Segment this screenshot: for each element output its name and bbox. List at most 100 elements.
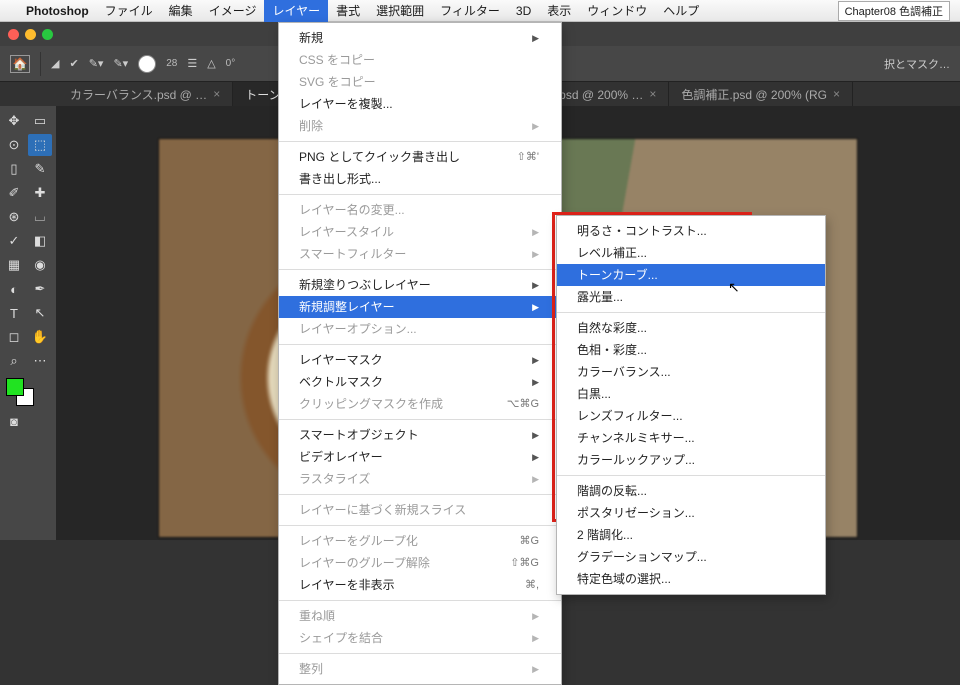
adjustment-submenu-item[interactable]: 特定色域の選択... xyxy=(557,568,825,590)
rectangle-tool[interactable]: ◻ xyxy=(2,326,26,348)
new-adjustment-layer-submenu: 明るさ・コントラスト...レベル補正...トーンカーブ...露光量... 自然な彩… xyxy=(556,215,826,595)
brush-settings-icon[interactable]: ☰ xyxy=(187,57,197,70)
menu-window[interactable]: ウィンドウ xyxy=(587,2,647,19)
adjustment-submenu-item[interactable]: 露光量... xyxy=(557,286,825,308)
layer-dropdown-menu: 新規CSS をコピーSVG をコピーレイヤーを複製...削除 PNG としてクイッ… xyxy=(278,22,562,685)
minimize-icon[interactable] xyxy=(25,29,36,40)
layer-menu-item[interactable]: ベクトルマスク xyxy=(279,371,561,393)
fg-color-icon[interactable] xyxy=(6,378,24,396)
menu-select[interactable]: 選択範囲 xyxy=(376,2,424,19)
close-icon[interactable]: × xyxy=(213,87,220,101)
layer-menu-item[interactable]: PNG としてクイック書き出し⇧⌘' xyxy=(279,146,561,168)
adjustment-submenu-item[interactable]: カラーバランス... xyxy=(557,361,825,383)
layer-menu-item: レイヤーのグループ解除⇧⌘G xyxy=(279,552,561,574)
brush-icon-3[interactable]: ✎▾ xyxy=(113,57,128,70)
menu-filter[interactable]: フィルター xyxy=(440,2,500,19)
clone-stamp-tool[interactable]: ⌴ xyxy=(28,206,52,228)
eraser-tool[interactable]: ◧ xyxy=(28,230,52,252)
close-icon[interactable]: × xyxy=(649,87,656,101)
eyedropper-tool[interactable]: ✐ xyxy=(2,182,26,204)
adjustment-submenu-item[interactable]: トーンカーブ... xyxy=(557,264,825,286)
menu-edit[interactable]: 編集 xyxy=(169,2,193,19)
lasso-tool[interactable]: ⊙ xyxy=(2,134,26,156)
adjustment-submenu-item[interactable]: カラールックアップ... xyxy=(557,449,825,471)
layer-menu-item: シェイプを結合 xyxy=(279,627,561,649)
brush-preview-icon[interactable] xyxy=(138,55,156,73)
menu-type[interactable]: 書式 xyxy=(336,2,360,19)
type-tool[interactable]: T xyxy=(2,302,26,324)
blur-tool[interactable]: ◉ xyxy=(28,254,52,276)
layer-menu-item: レイヤースタイル xyxy=(279,221,561,243)
traffic-lights[interactable] xyxy=(8,29,53,40)
color-swatches[interactable] xyxy=(6,378,36,408)
adjustment-submenu-item[interactable]: 階調の反転... xyxy=(557,480,825,502)
layer-menu-item[interactable]: 新規 xyxy=(279,27,561,49)
layer-menu-item: SVG をコピー xyxy=(279,71,561,93)
gradient-tool[interactable]: ▦ xyxy=(2,254,26,276)
home-button[interactable]: 🏠 xyxy=(10,55,30,73)
brush-size[interactable]: 28 xyxy=(166,58,177,69)
maximize-icon[interactable] xyxy=(42,29,53,40)
adjustment-submenu-item[interactable]: ポスタリゼーション... xyxy=(557,502,825,524)
menu-file[interactable]: ファイル xyxy=(105,2,153,19)
layer-menu-item[interactable]: レイヤーマスク xyxy=(279,349,561,371)
layer-menu-item[interactable]: レイヤーを非表示⌘, xyxy=(279,574,561,596)
select-and-mask-button[interactable]: 択とマスク… xyxy=(884,56,950,72)
menu-image[interactable]: イメージ xyxy=(209,2,257,19)
tools-panel: ✥▭⊙⬚▯✎✐✚⊛⌴✓◧▦◉◐✒T↖◻✋⌕⋯ ◙ xyxy=(0,106,56,540)
edit-toolbar[interactable]: ⋯ xyxy=(28,350,52,372)
quick-mask-icon[interactable]: ◙ xyxy=(2,410,26,432)
close-icon[interactable]: × xyxy=(833,87,840,101)
layer-menu-item: レイヤーに基づく新規スライス xyxy=(279,499,561,521)
adjustment-submenu-item[interactable]: グラデーションマップ... xyxy=(557,546,825,568)
menu-layer[interactable]: レイヤー xyxy=(264,0,328,22)
tool-preset-icon[interactable]: ◢ xyxy=(51,57,59,70)
layer-menu-item[interactable]: 新規塗りつぶしレイヤー xyxy=(279,274,561,296)
quick-select-tool[interactable]: ⬚ xyxy=(28,134,52,156)
adjustment-submenu-item[interactable]: レベル補正... xyxy=(557,242,825,264)
brush-icon-2[interactable]: ✎▾ xyxy=(89,57,104,70)
menu-view[interactable]: 表示 xyxy=(547,2,571,19)
crop-tool[interactable]: ▯ xyxy=(2,158,26,180)
pen-tool[interactable]: ✒ xyxy=(28,278,52,300)
frame-tool[interactable]: ✎ xyxy=(28,158,52,180)
adjustment-submenu-item[interactable]: 白黒... xyxy=(557,383,825,405)
adjustment-submenu-item[interactable]: 明るさ・コントラスト... xyxy=(557,220,825,242)
marquee-tool[interactable]: ▭ xyxy=(28,110,52,132)
adjustment-submenu-item[interactable]: チャンネルミキサー... xyxy=(557,427,825,449)
adjustment-submenu-item[interactable]: 色相・彩度... xyxy=(557,339,825,361)
layer-menu-item: CSS をコピー xyxy=(279,49,561,71)
dodge-tool[interactable]: ◐ xyxy=(2,278,26,300)
layer-menu-item[interactable]: スマートオブジェクト xyxy=(279,424,561,446)
layer-menu-item[interactable]: ビデオレイヤー xyxy=(279,446,561,468)
hand-tool[interactable]: ✋ xyxy=(28,326,52,348)
history-brush-tool[interactable]: ✓ xyxy=(2,230,26,252)
brush-icon[interactable]: ✔ xyxy=(69,57,78,70)
mac-menubar: Photoshop ファイル 編集 イメージ レイヤー 書式 選択範囲 フィルタ… xyxy=(0,0,960,22)
document-tab[interactable]: カラーバランス.psd @ …× xyxy=(58,82,233,106)
layer-menu-item: レイヤーオプション... xyxy=(279,318,561,340)
spot-heal-tool[interactable]: ✚ xyxy=(28,182,52,204)
layer-menu-item: クリッピングマスクを作成⌥⌘G xyxy=(279,393,561,415)
close-icon[interactable] xyxy=(8,29,19,40)
menu-3d[interactable]: 3D xyxy=(516,4,531,18)
layer-menu-item[interactable]: 新規調整レイヤー xyxy=(279,296,561,318)
layer-menu-item: ラスタライズ xyxy=(279,468,561,490)
layer-menu-item[interactable]: レイヤーを複製... xyxy=(279,93,561,115)
zoom-tool[interactable]: ⌕ xyxy=(2,350,26,372)
adjustment-submenu-item[interactable]: 自然な彩度... xyxy=(557,317,825,339)
move-tool[interactable]: ✥ xyxy=(2,110,26,132)
app-name[interactable]: Photoshop xyxy=(26,4,89,18)
adjustment-submenu-item[interactable]: レンズフィルター... xyxy=(557,405,825,427)
brush-angle[interactable]: 0° xyxy=(226,58,236,69)
layer-menu-item[interactable]: 書き出し形式... xyxy=(279,168,561,190)
layer-menu-item: スマートフィルター xyxy=(279,243,561,265)
path-select-tool[interactable]: ↖ xyxy=(28,302,52,324)
layer-menu-item: 削除 xyxy=(279,115,561,137)
brush-tool[interactable]: ⊛ xyxy=(2,206,26,228)
adjustment-submenu-item[interactable]: 2 階調化... xyxy=(557,524,825,546)
layer-menu-item: レイヤーをグループ化⌘G xyxy=(279,530,561,552)
layer-menu-item: 整列 xyxy=(279,658,561,680)
document-tab[interactable]: 色調補正.psd @ 200% (RG× xyxy=(669,82,853,106)
menu-help[interactable]: ヘルプ xyxy=(663,2,699,19)
